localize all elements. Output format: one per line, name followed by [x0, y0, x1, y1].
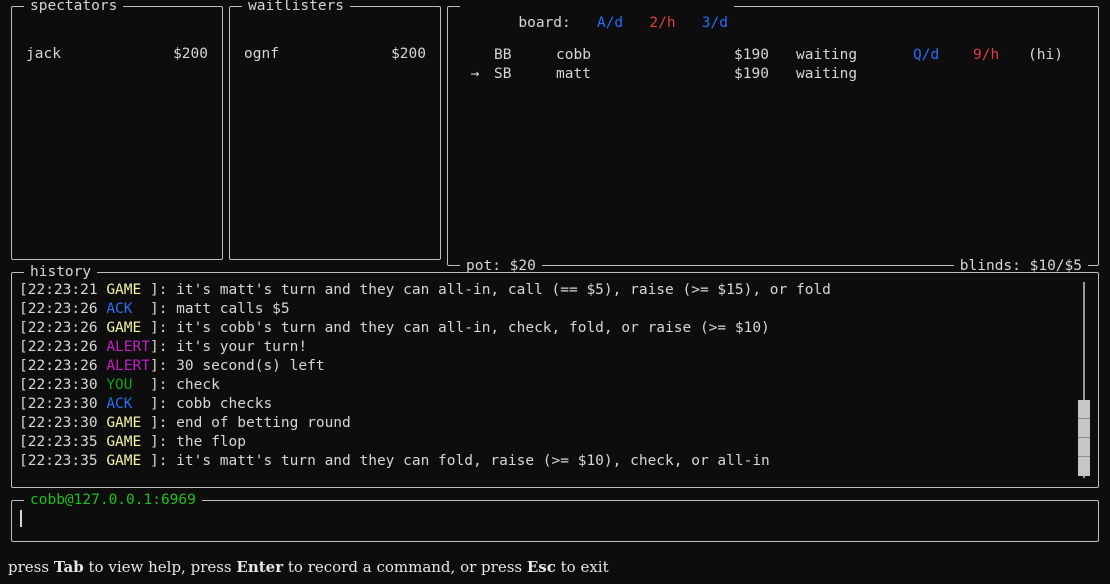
history-line: [22:23:26 ACK ]: matt calls $5: [19, 300, 1072, 319]
history-message: ]: it's your turn!: [149, 339, 308, 355]
history-timestamp: [22:23:30: [19, 377, 107, 393]
history-timestamp: [22:23:26: [19, 339, 107, 355]
list-item-amount: $200: [173, 46, 208, 62]
board-player-rows: BB cobb $190 waiting Q/d 9/h (hi) → SB matt $190 wa…: [448, 46, 1098, 84]
history-message: ]: cobb checks: [149, 396, 273, 412]
history-title: history: [24, 264, 98, 281]
list-item-name: ognf: [244, 46, 279, 62]
status-key: Esc: [526, 558, 556, 576]
history-message: ]: it's cobb's turn and they can all-in,…: [149, 320, 770, 336]
status-text: to exit: [555, 558, 609, 576]
history-message: ]: 30 second(s) left: [149, 358, 325, 374]
community-card: A/d: [570, 15, 624, 31]
history-tag: GAME: [106, 434, 150, 450]
board-title: board: A/d 2/h 3/d: [460, 0, 734, 49]
status-text: to record a command, or press: [283, 558, 527, 576]
history-line: [22:23:30 GAME ]: end of betting round: [19, 414, 1072, 433]
history-line: [22:23:30 ACK ]: cobb checks: [19, 395, 1072, 414]
history-timestamp: [22:23:26: [19, 358, 107, 374]
list-item: jack $200: [26, 45, 208, 63]
history-line: [22:23:30 YOU ]: check: [19, 376, 1072, 395]
player-name: cobb: [556, 47, 591, 63]
history-tag: GAME: [106, 415, 150, 431]
history-line: [22:23:35 GAME ]: the flop: [19, 433, 1072, 452]
history-tag: YOU: [106, 377, 150, 393]
player-name: matt: [556, 66, 591, 82]
player-card-2: 9/h: [973, 47, 1000, 63]
history-timestamp: [22:23:30: [19, 415, 107, 431]
command-input-panel[interactable]: cobb@127.0.0.1:6969: [11, 492, 1099, 542]
history-timestamp: [22:23:35: [19, 434, 107, 450]
history-tag: GAME: [106, 282, 150, 298]
spectators-panel: spectators jack $200: [11, 0, 223, 260]
history-panel: history [22:23:21 GAME ]: it's matt's tu…: [11, 264, 1099, 488]
player-status: waiting: [796, 47, 858, 63]
history-message: ]: check: [149, 377, 220, 393]
history-tag: GAME: [106, 453, 150, 469]
status-text: press: [8, 558, 54, 576]
player-stack: $190: [734, 66, 769, 82]
community-card: 2/h: [623, 15, 676, 31]
player-status: waiting: [796, 66, 858, 82]
history-timestamp: [22:23:30: [19, 396, 107, 412]
history-message: ]: end of betting round: [149, 415, 351, 431]
history-scrollbar[interactable]: [1078, 282, 1090, 478]
board-panel: board: A/d 2/h 3/d BB cobb $190 waiting Q/d 9…: [447, 0, 1099, 275]
status-key: Enter: [236, 558, 284, 576]
scrollbar-thumb[interactable]: [1078, 400, 1090, 476]
status-key: Tab: [53, 558, 84, 576]
board-player-row: → SB matt $190 waiting: [448, 65, 1098, 84]
status-text: to view help, press: [83, 558, 237, 576]
history-line: [22:23:21 GAME ]: it's matt's turn and t…: [19, 281, 1072, 300]
prompt-title: cobb@127.0.0.1:6969: [24, 492, 202, 509]
board-player-row: BB cobb $190 waiting Q/d 9/h (hi): [448, 46, 1098, 65]
history-timestamp: [22:23:26: [19, 301, 107, 317]
board-label: board:: [518, 15, 571, 31]
player-hand-tag: (hi): [1028, 47, 1063, 63]
player-position: SB: [494, 66, 512, 82]
history-line: [22:23:26 ALERT]: it's your turn!: [19, 338, 1072, 357]
board-community-cards: A/d 2/h 3/d: [571, 15, 728, 31]
history-message: ]: it's matt's turn and they can fold, r…: [149, 453, 770, 469]
player-card-1: Q/d: [913, 47, 940, 63]
list-item: ognf $200: [244, 45, 426, 63]
history-tag: ALERT: [106, 358, 150, 374]
waitlisters-title: waitlisters: [242, 0, 351, 15]
history-timestamp: [22:23:35: [19, 453, 107, 469]
history-timestamp: [22:23:21: [19, 282, 107, 298]
player-position: BB: [494, 47, 512, 63]
history-log: [22:23:21 GAME ]: it's matt's turn and t…: [19, 281, 1072, 471]
history-message: ]: the flop: [149, 434, 246, 450]
history-line: [22:23:26 ALERT]: 30 second(s) left: [19, 357, 1072, 376]
history-line: [22:23:26 GAME ]: it's cobb's turn and t…: [19, 319, 1072, 338]
terminal-app: spectators jack $200 waitlisters ognf $200…: [0, 0, 1110, 584]
history-tag: ACK: [106, 301, 150, 317]
history-message: ]: matt calls $5: [149, 301, 290, 317]
turn-indicator-icon: →: [470, 66, 480, 82]
spectators-title: spectators: [24, 0, 124, 15]
history-timestamp: [22:23:26: [19, 320, 107, 336]
history-tag: ALERT: [106, 339, 150, 355]
history-line: [22:23:35 GAME ]: it's matt's turn and t…: [19, 452, 1072, 471]
history-tag: GAME: [106, 320, 150, 336]
command-input[interactable]: [20, 510, 22, 529]
list-item-amount: $200: [391, 46, 426, 62]
player-stack: $190: [734, 47, 769, 63]
status-bar: press Tab to view help, press Enter to r…: [0, 556, 1110, 578]
list-item-name: jack: [26, 46, 61, 62]
waitlisters-panel: waitlisters ognf $200: [229, 0, 441, 260]
history-tag: ACK: [106, 396, 150, 412]
text-cursor: [20, 510, 22, 527]
community-card: 3/d: [675, 15, 728, 31]
history-message: ]: it's matt's turn and they can all-in,…: [149, 282, 831, 298]
